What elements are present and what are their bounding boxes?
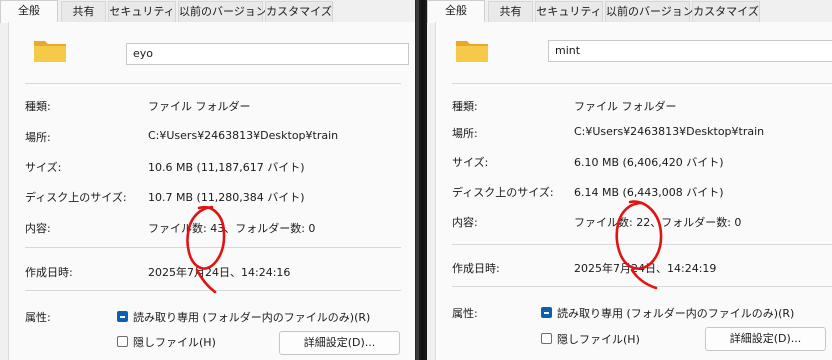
created-label: 作成日時: bbox=[25, 266, 73, 279]
type-label: 種類: bbox=[452, 100, 478, 113]
advanced-button[interactable]: 詳細設定(D)... bbox=[279, 331, 400, 355]
location-label: 場所: bbox=[25, 131, 51, 144]
tab-sharing[interactable]: 共有 bbox=[61, 1, 106, 22]
size-on-disk-value: 6.14 MB (6,443,008 バイト) bbox=[574, 186, 724, 199]
folder-icon bbox=[456, 41, 488, 62]
tab-customize[interactable]: カスタマイズ bbox=[692, 1, 760, 22]
type-value: ファイル フォルダー bbox=[574, 100, 677, 113]
tab-general[interactable]: 全般 bbox=[0, 0, 58, 23]
tab-security[interactable]: セキュリティ bbox=[535, 1, 603, 22]
size-on-disk-value: 10.7 MB (11,280,384 バイト) bbox=[148, 191, 305, 204]
divider bbox=[25, 83, 401, 84]
attributes-label: 属性: bbox=[452, 307, 478, 320]
readonly-checkbox-label[interactable]: 読み取り専用 (フォルダー内のファイルのみ)(R) bbox=[557, 305, 794, 321]
advanced-button[interactable]: 詳細設定(D)... bbox=[705, 327, 826, 351]
contains-value: ファイル数: 22、フォルダー数: 0 bbox=[574, 216, 742, 229]
divider bbox=[452, 83, 832, 84]
hidden-checkbox[interactable] bbox=[117, 336, 128, 347]
folder-icon bbox=[34, 41, 66, 62]
tab-previous-versions[interactable]: 以前のバージョン bbox=[605, 1, 694, 22]
hidden-checkbox-label[interactable]: 隠しファイル(H) bbox=[557, 331, 640, 347]
folder-name-input[interactable]: eyo bbox=[126, 43, 409, 65]
size-value: 10.6 MB (11,187,617 バイト) bbox=[148, 161, 305, 174]
annotation-circle bbox=[615, 200, 663, 290]
folder-name-input[interactable]: mint bbox=[548, 40, 832, 62]
size-label: サイズ: bbox=[452, 156, 489, 169]
size-label: サイズ: bbox=[25, 161, 62, 174]
tab-sharing[interactable]: 共有 bbox=[488, 1, 533, 22]
location-label: 場所: bbox=[452, 127, 478, 140]
divider bbox=[25, 247, 401, 248]
readonly-checkbox-label[interactable]: 読み取り専用 (フォルダー内のファイルのみ)(R) bbox=[133, 309, 370, 325]
type-value: ファイル フォルダー bbox=[148, 100, 251, 113]
hidden-checkbox[interactable] bbox=[541, 333, 552, 344]
contains-label: 内容: bbox=[452, 216, 478, 229]
tab-previous-versions[interactable]: 以前のバージョン bbox=[178, 1, 267, 22]
type-label: 種類: bbox=[25, 100, 51, 113]
size-on-disk-label: ディスク上のサイズ: bbox=[452, 186, 554, 199]
general-panel: eyo 種類: ファイル フォルダー 場所: C:¥Users¥2463813¥… bbox=[8, 22, 415, 360]
tab-bar: 全般 共有 セキュリティ 以前のバージョン カスタマイズ bbox=[0, 0, 415, 23]
attributes-label: 属性: bbox=[25, 311, 51, 324]
tab-security[interactable]: セキュリティ bbox=[108, 1, 176, 22]
properties-window-right: 全般 共有 セキュリティ 以前のバージョン カスタマイズ mint 種類: ファ… bbox=[427, 0, 832, 360]
location-value: C:¥Users¥2463813¥Desktop¥train bbox=[574, 125, 765, 138]
hidden-checkbox-label[interactable]: 隠しファイル(H) bbox=[133, 334, 216, 350]
window-gap bbox=[415, 0, 427, 360]
divider bbox=[25, 290, 401, 291]
general-panel: mint 種類: ファイル フォルダー 場所: C:¥Users¥2463813… bbox=[435, 22, 832, 360]
size-value: 6.10 MB (6,406,420 バイト) bbox=[574, 156, 724, 169]
created-value: 2025年7月24日、14:24:19 bbox=[574, 262, 717, 275]
readonly-checkbox[interactable] bbox=[117, 311, 128, 322]
contains-value: ファイル数: 43、フォルダー数: 0 bbox=[148, 222, 316, 235]
created-value: 2025年7月24日、14:24:16 bbox=[148, 266, 291, 279]
size-on-disk-label: ディスク上のサイズ: bbox=[25, 191, 127, 204]
tab-customize[interactable]: カスタマイズ bbox=[265, 1, 333, 22]
contains-label: 内容: bbox=[25, 222, 51, 235]
tab-bar: 全般 共有 セキュリティ 以前のバージョン カスタマイズ bbox=[427, 0, 832, 23]
divider bbox=[452, 244, 832, 245]
properties-window-left: 全般 共有 セキュリティ 以前のバージョン カスタマイズ eyo 種類: ファイ… bbox=[0, 0, 415, 360]
tab-general[interactable]: 全般 bbox=[427, 0, 485, 23]
readonly-checkbox[interactable] bbox=[541, 307, 552, 318]
created-label: 作成日時: bbox=[452, 262, 500, 275]
divider bbox=[452, 286, 832, 287]
location-value: C:¥Users¥2463813¥Desktop¥train bbox=[148, 129, 339, 142]
